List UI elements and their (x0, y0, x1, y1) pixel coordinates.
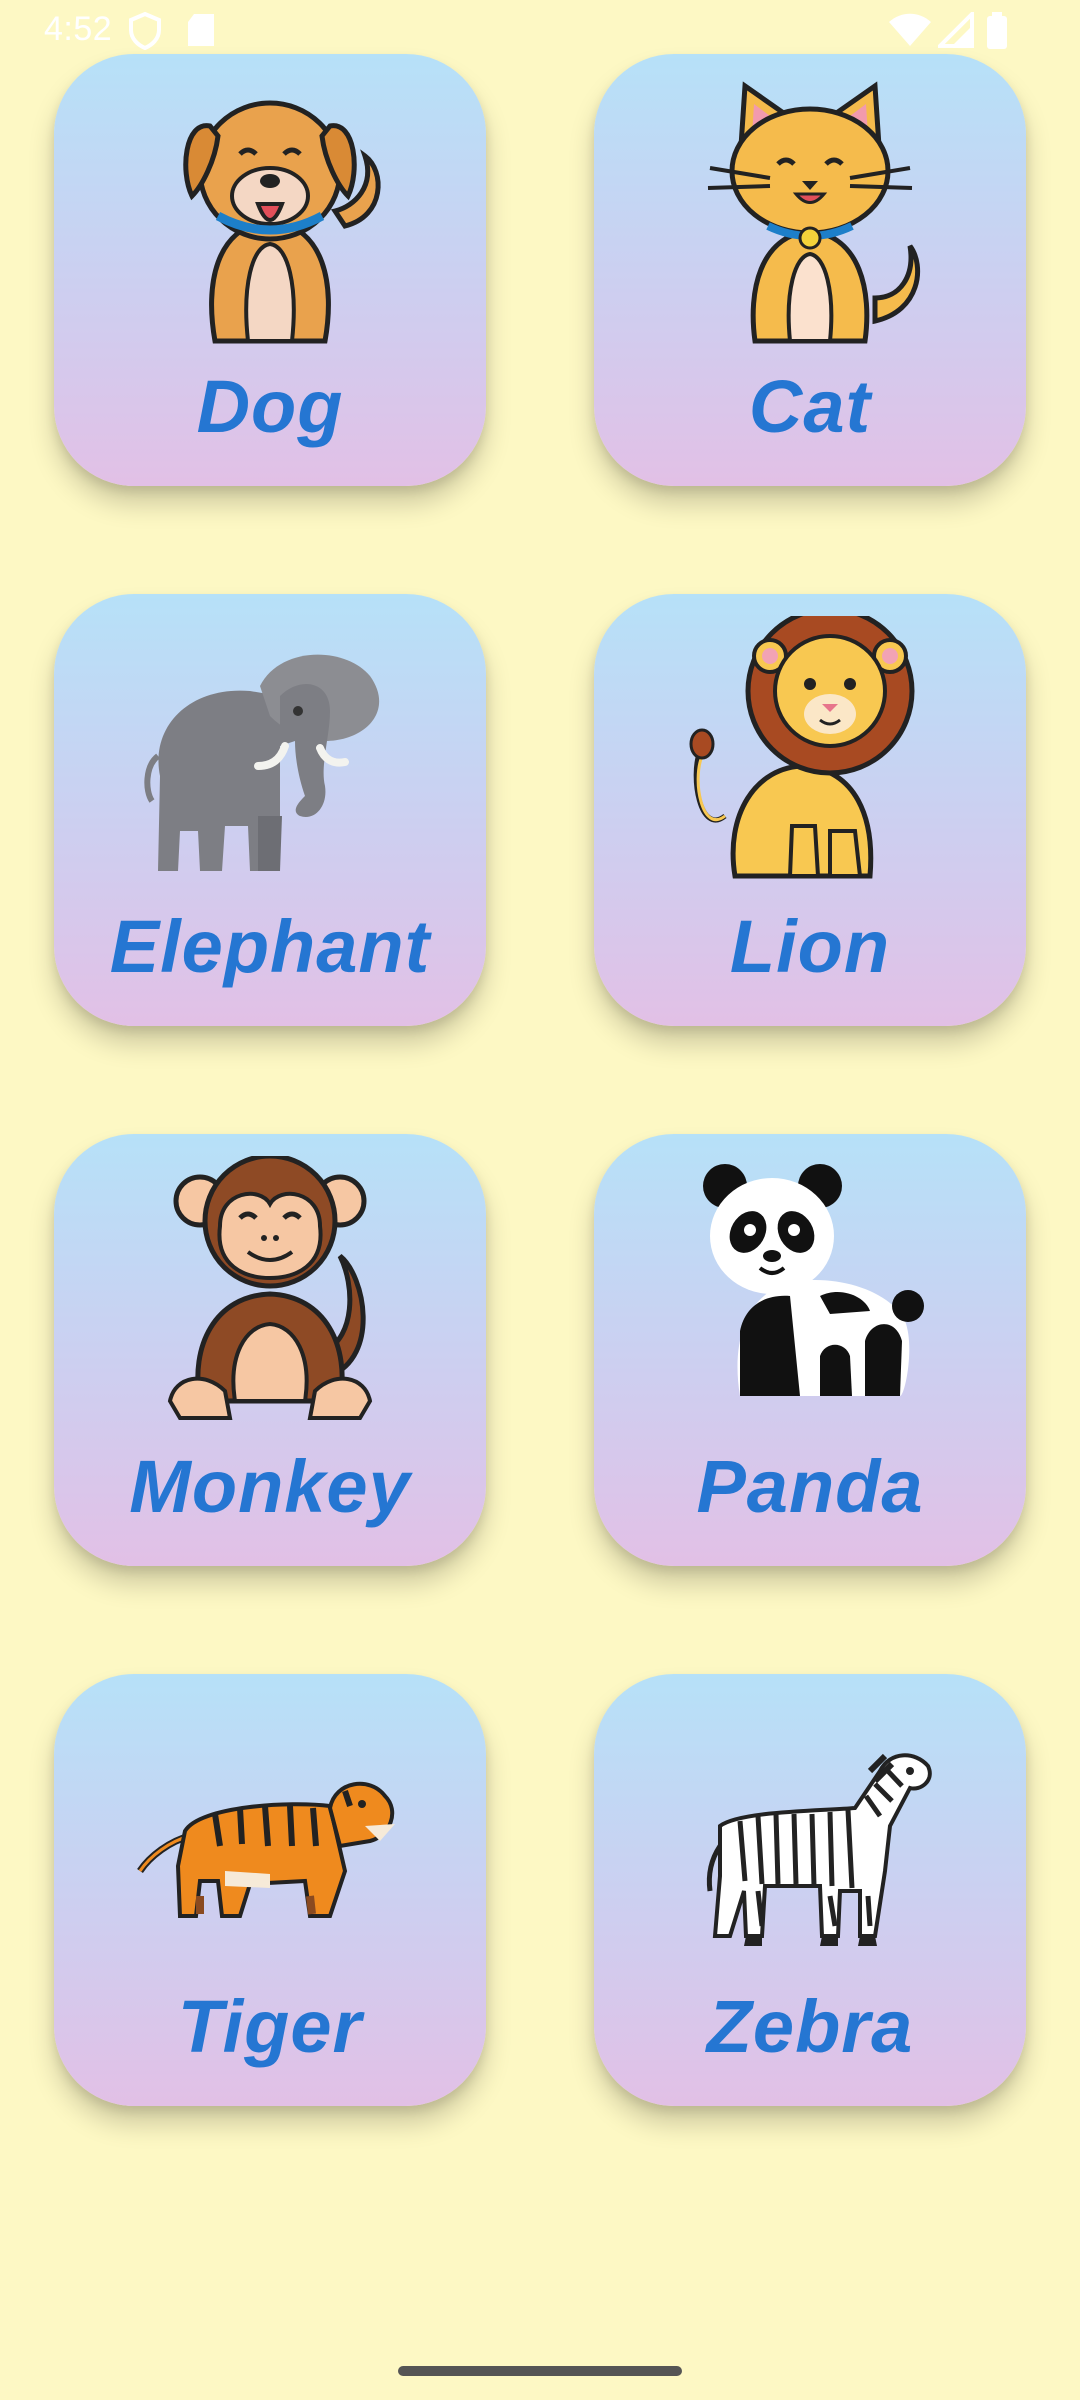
animal-card-panda[interactable]: Panda (594, 1134, 1026, 1566)
animal-card-tiger[interactable]: Tiger (54, 1674, 486, 2106)
animal-grid: Dog Cat Elephant Lion Monkey Panda Tiger… (0, 0, 1080, 2400)
animal-card-lion[interactable]: Lion (594, 594, 1026, 1026)
lion-icon (670, 616, 950, 886)
home-indicator[interactable] (398, 2366, 682, 2376)
animal-label: Tiger (177, 1985, 363, 2068)
animal-card-elephant[interactable]: Elephant (54, 594, 486, 1026)
animal-label: Panda (696, 1445, 924, 1528)
monkey-icon (130, 1156, 410, 1426)
dog-icon (130, 76, 410, 346)
panda-icon (670, 1156, 950, 1426)
zebra-icon (670, 1696, 950, 1966)
animal-label: Cat (748, 365, 872, 448)
animal-card-cat[interactable]: Cat (594, 54, 1026, 486)
cat-icon (670, 76, 950, 346)
animal-label: Lion (729, 905, 891, 988)
animal-card-zebra[interactable]: Zebra (594, 1674, 1026, 2106)
animal-label: Zebra (706, 1985, 914, 2068)
animal-label: Monkey (129, 1445, 411, 1528)
elephant-icon (130, 616, 410, 886)
animal-label: Elephant (109, 905, 431, 988)
animal-card-dog[interactable]: Dog (54, 54, 486, 486)
tiger-icon (130, 1696, 410, 1966)
animal-label: Dog (196, 365, 344, 448)
animal-card-monkey[interactable]: Monkey (54, 1134, 486, 1566)
